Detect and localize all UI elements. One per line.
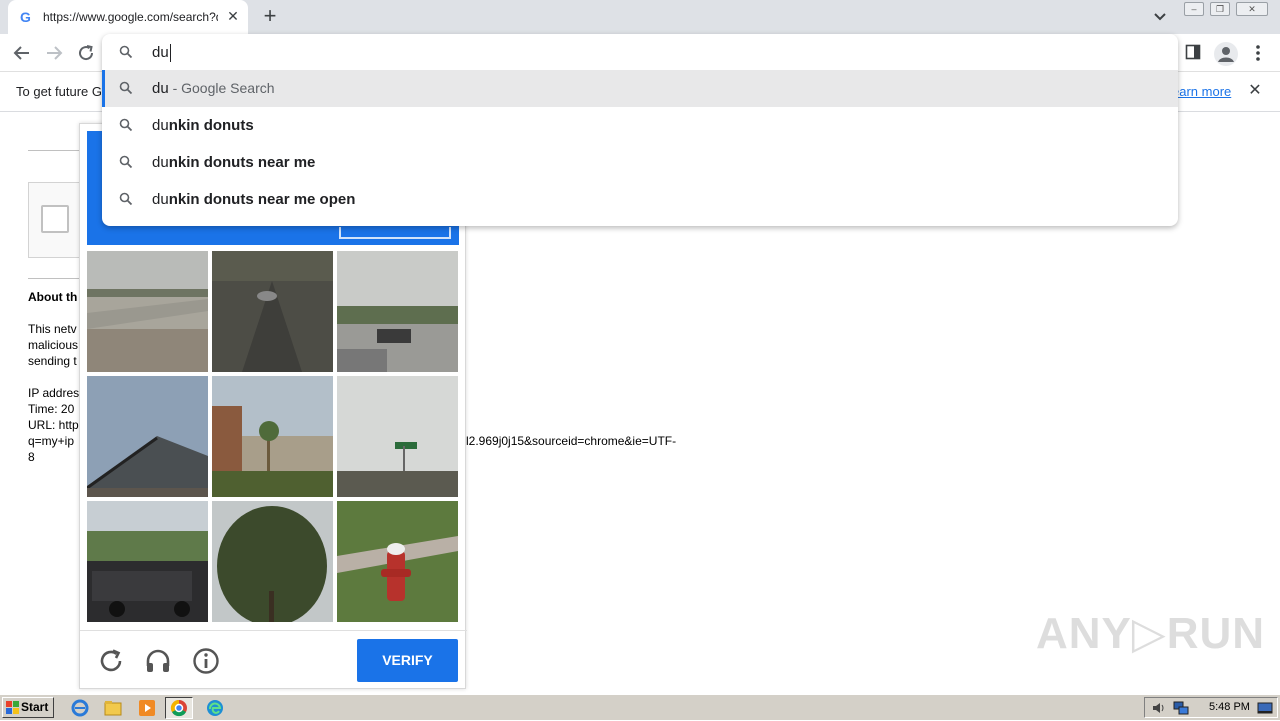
windows-taskbar: Start 5:48 PM xyxy=(0,694,1280,720)
headphones-icon[interactable] xyxy=(143,646,173,676)
captcha-tile[interactable] xyxy=(212,251,333,372)
search-icon xyxy=(119,45,133,59)
chrome-taskbar-icon[interactable] xyxy=(165,697,193,719)
clock: 5:48 PM xyxy=(1209,701,1250,713)
system-tray: 5:48 PM xyxy=(1144,697,1278,718)
file-explorer-icon[interactable] xyxy=(104,699,122,717)
windows-flag-icon xyxy=(6,701,19,714)
internet-explorer-icon[interactable] xyxy=(71,699,89,717)
kebab-menu-icon[interactable] xyxy=(1250,42,1266,64)
text-caret xyxy=(170,44,171,62)
reload-icon[interactable] xyxy=(96,646,126,676)
para-line: This netv xyxy=(28,322,77,336)
captcha-tile[interactable] xyxy=(337,376,458,497)
speaker-icon[interactable] xyxy=(1151,700,1167,716)
time-line: Time: 20 xyxy=(28,402,75,416)
address-bar-input[interactable]: du xyxy=(102,34,1178,70)
edge-icon[interactable] xyxy=(206,699,224,717)
para-line: malicious xyxy=(28,338,79,352)
google-favicon-icon: G xyxy=(20,9,31,25)
divider xyxy=(28,150,80,151)
profile-avatar-icon[interactable] xyxy=(1214,42,1238,66)
network-icon[interactable] xyxy=(1173,700,1189,716)
show-desktop-icon[interactable] xyxy=(1257,700,1273,716)
reload-icon[interactable] xyxy=(74,41,98,65)
info-bar-close-icon[interactable]: ✕ xyxy=(1246,82,1264,100)
tab-close-icon[interactable]: ✕ xyxy=(224,7,242,25)
suggestion-text: dunkin donuts near me xyxy=(152,154,316,171)
search-icon xyxy=(119,81,133,95)
captcha-tile[interactable] xyxy=(87,251,208,372)
info-icon[interactable] xyxy=(191,646,221,676)
url-tail: l2.969j0j15&sourceid=chrome&ie=UTF- xyxy=(466,434,677,448)
url-continuation: 8 xyxy=(28,450,35,464)
address-bar-text: du xyxy=(152,44,169,61)
start-label: Start xyxy=(21,700,49,714)
suggestion-item[interactable]: dunkin donuts near me xyxy=(102,144,1178,181)
new-tab-button[interactable]: + xyxy=(258,5,282,29)
captcha-tile[interactable] xyxy=(87,376,208,497)
anyrun-watermark: ANY▷RUN xyxy=(1036,609,1266,658)
suggestion-text: du - Google Search xyxy=(152,80,275,97)
para-line: sending t xyxy=(28,354,77,368)
search-icon xyxy=(119,118,133,132)
learn-more-link[interactable]: earn more xyxy=(1172,84,1231,99)
search-icon xyxy=(119,155,133,169)
ip-line: IP addres xyxy=(28,386,80,400)
divider xyxy=(28,278,80,279)
recaptcha-checkbox-box xyxy=(28,182,80,258)
suggestion-text: dunkin donuts xyxy=(152,117,254,134)
suggestion-item[interactable]: dunkin donuts xyxy=(102,107,1178,144)
captcha-tile[interactable] xyxy=(337,501,458,622)
restore-button[interactable]: ❐ xyxy=(1210,2,1230,16)
verify-button[interactable]: VERIFY xyxy=(357,639,458,682)
suggestion-item[interactable]: dunkin donuts near me open xyxy=(102,181,1178,218)
back-arrow-icon[interactable] xyxy=(10,41,34,65)
tab-strip: G https://www.google.com/search?q= ✕ + –… xyxy=(0,0,1280,34)
browser-tab[interactable]: G https://www.google.com/search?q= ✕ xyxy=(8,0,248,34)
url-continuation: q=my+ip xyxy=(28,434,75,448)
info-bar-message: To get future G xyxy=(16,84,102,99)
search-icon xyxy=(119,192,133,206)
forward-arrow-icon[interactable] xyxy=(42,41,66,65)
footer-divider xyxy=(80,630,467,631)
side-panel-icon[interactable] xyxy=(1185,44,1201,60)
captcha-tile[interactable] xyxy=(212,501,333,622)
about-heading: About th xyxy=(28,290,78,304)
captcha-tile[interactable] xyxy=(212,376,333,497)
url-line: URL: http xyxy=(28,418,79,432)
tab-search-chevron-icon[interactable] xyxy=(1150,8,1170,26)
suggestion-text: dunkin donuts near me open xyxy=(152,191,356,208)
captcha-tile[interactable] xyxy=(87,501,208,622)
minimize-button[interactable]: – xyxy=(1184,2,1204,16)
suggestion-item[interactable]: du - Google Search xyxy=(102,70,1178,107)
start-button[interactable]: Start xyxy=(2,697,54,718)
media-player-icon[interactable] xyxy=(138,699,156,717)
tab-title: https://www.google.com/search?q= xyxy=(43,10,218,24)
captcha-tile[interactable] xyxy=(337,251,458,372)
omnibox-dropdown: du du - Google Search dunkin donuts dunk… xyxy=(102,34,1178,226)
recaptcha-checkbox[interactable] xyxy=(41,205,69,233)
challenge-sample xyxy=(339,227,451,239)
selection-indicator xyxy=(102,70,105,107)
window-close-button[interactable]: ✕ xyxy=(1236,2,1268,16)
